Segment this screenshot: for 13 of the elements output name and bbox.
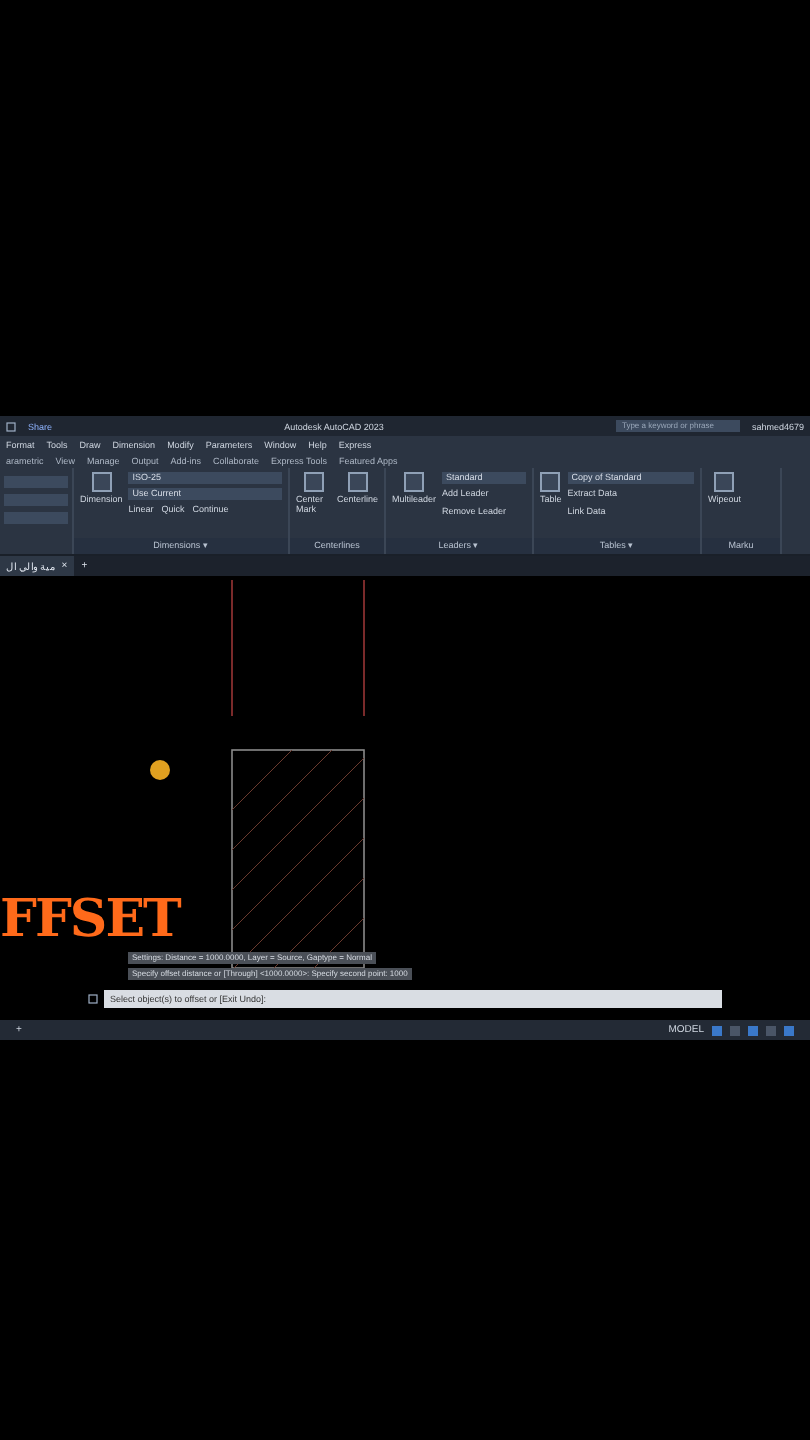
tool-icon[interactable] <box>91 472 112 492</box>
tool-icon[interactable] <box>540 472 561 492</box>
tool-icon[interactable] <box>714 472 735 492</box>
tool-icon[interactable] <box>347 472 368 492</box>
offset-caption: FFSET <box>0 896 180 944</box>
property-field[interactable] <box>4 494 68 506</box>
property-field[interactable] <box>4 476 68 488</box>
vertical-line <box>363 579 365 717</box>
tool-icon[interactable] <box>404 472 424 492</box>
cursor-dot <box>150 760 170 780</box>
tool-icon[interactable] <box>303 472 324 492</box>
vertical-line <box>231 579 233 717</box>
property-field[interactable] <box>4 512 68 524</box>
